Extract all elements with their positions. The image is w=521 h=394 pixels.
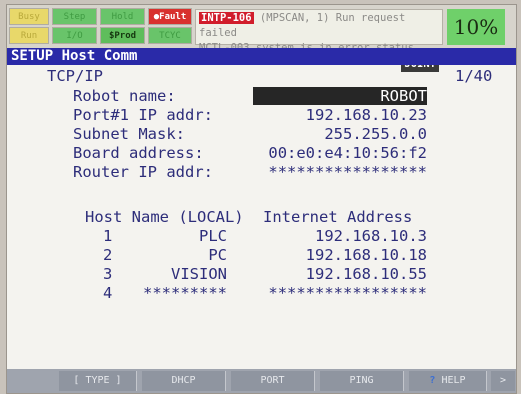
host-row-number: 3 — [103, 265, 113, 283]
override-percent: 10% — [447, 9, 505, 45]
host-name-header: Host Name (LOCAL) — [85, 208, 244, 226]
host-name-cell[interactable]: PC — [157, 246, 227, 264]
host-name-cell[interactable]: VISION — [157, 265, 227, 283]
robot-name-label: Robot name: — [73, 87, 176, 105]
alarm-message-box: INTP-106 (MPSCAN, 1) Run request failed … — [195, 9, 443, 72]
dhcp-key[interactable]: DHCP — [142, 371, 226, 391]
subnet-field[interactable]: 255.255.0.0 — [253, 125, 427, 143]
ping-key[interactable]: PING — [320, 371, 404, 391]
board-address-label: Board address: — [73, 144, 204, 162]
alarm-code: INTP-106 — [199, 12, 254, 24]
port-key[interactable]: PORT — [231, 371, 315, 391]
host-address-cell[interactable]: 192.168.10.55 — [263, 265, 427, 283]
subnet-label: Subnet Mask: — [73, 125, 185, 143]
type-key[interactable]: [ TYPE ] — [59, 371, 137, 391]
prod-indicator: $Prod — [100, 27, 145, 44]
page-title: SETUP Host Comm — [7, 48, 516, 65]
tcyc-indicator: TCYC — [148, 27, 192, 44]
router-ip-label: Router IP addr: — [73, 163, 213, 181]
help-icon: ? — [429, 375, 436, 386]
port-ip-field[interactable]: 192.168.10.23 — [253, 106, 427, 124]
host-row-number: 4 — [103, 284, 113, 302]
host-row-number: 2 — [103, 246, 113, 264]
protocol-label: TCP/IP — [47, 67, 103, 85]
page-indicator: 1/40 — [455, 67, 493, 85]
host-address-cell[interactable]: ***************** — [257, 284, 427, 302]
function-key-bar: [ TYPE ] DHCP PORT PING ? HELP > — [7, 369, 516, 393]
hold-indicator: Hold — [100, 8, 145, 25]
next-page-key[interactable]: > — [491, 371, 515, 391]
busy-indicator: Busy — [9, 8, 49, 25]
step-indicator: Step — [52, 8, 97, 25]
fault-indicator: ●Fault — [148, 8, 192, 25]
host-name-cell[interactable]: ********* — [137, 284, 227, 302]
prod-label: Prod — [114, 31, 137, 41]
router-ip-field[interactable]: ***************** — [253, 163, 427, 181]
host-row-number: 1 — [103, 227, 113, 245]
alarm-line-1: INTP-106 (MPSCAN, 1) Run request failed — [199, 11, 439, 41]
pendant-screen: Busy Step Hold ●Fault Run I/O $Prod TCYC… — [6, 4, 517, 394]
host-name-cell[interactable]: PLC — [157, 227, 227, 245]
fault-label: Fault — [159, 12, 187, 22]
internet-address-header: Internet Address — [263, 208, 413, 226]
run-indicator: Run — [9, 27, 49, 44]
board-address-field[interactable]: 00:e0:e4:10:56:f2 — [247, 144, 427, 162]
host-address-cell[interactable]: 192.168.10.18 — [263, 246, 427, 264]
help-label: HELP — [441, 375, 466, 386]
io-indicator: I/O — [52, 27, 97, 44]
host-address-cell[interactable]: 192.168.10.3 — [263, 227, 427, 245]
port-ip-label: Port#1 IP addr: — [73, 106, 213, 124]
robot-name-field[interactable]: ROBOT — [253, 87, 427, 105]
help-key[interactable]: ? HELP — [409, 371, 487, 391]
